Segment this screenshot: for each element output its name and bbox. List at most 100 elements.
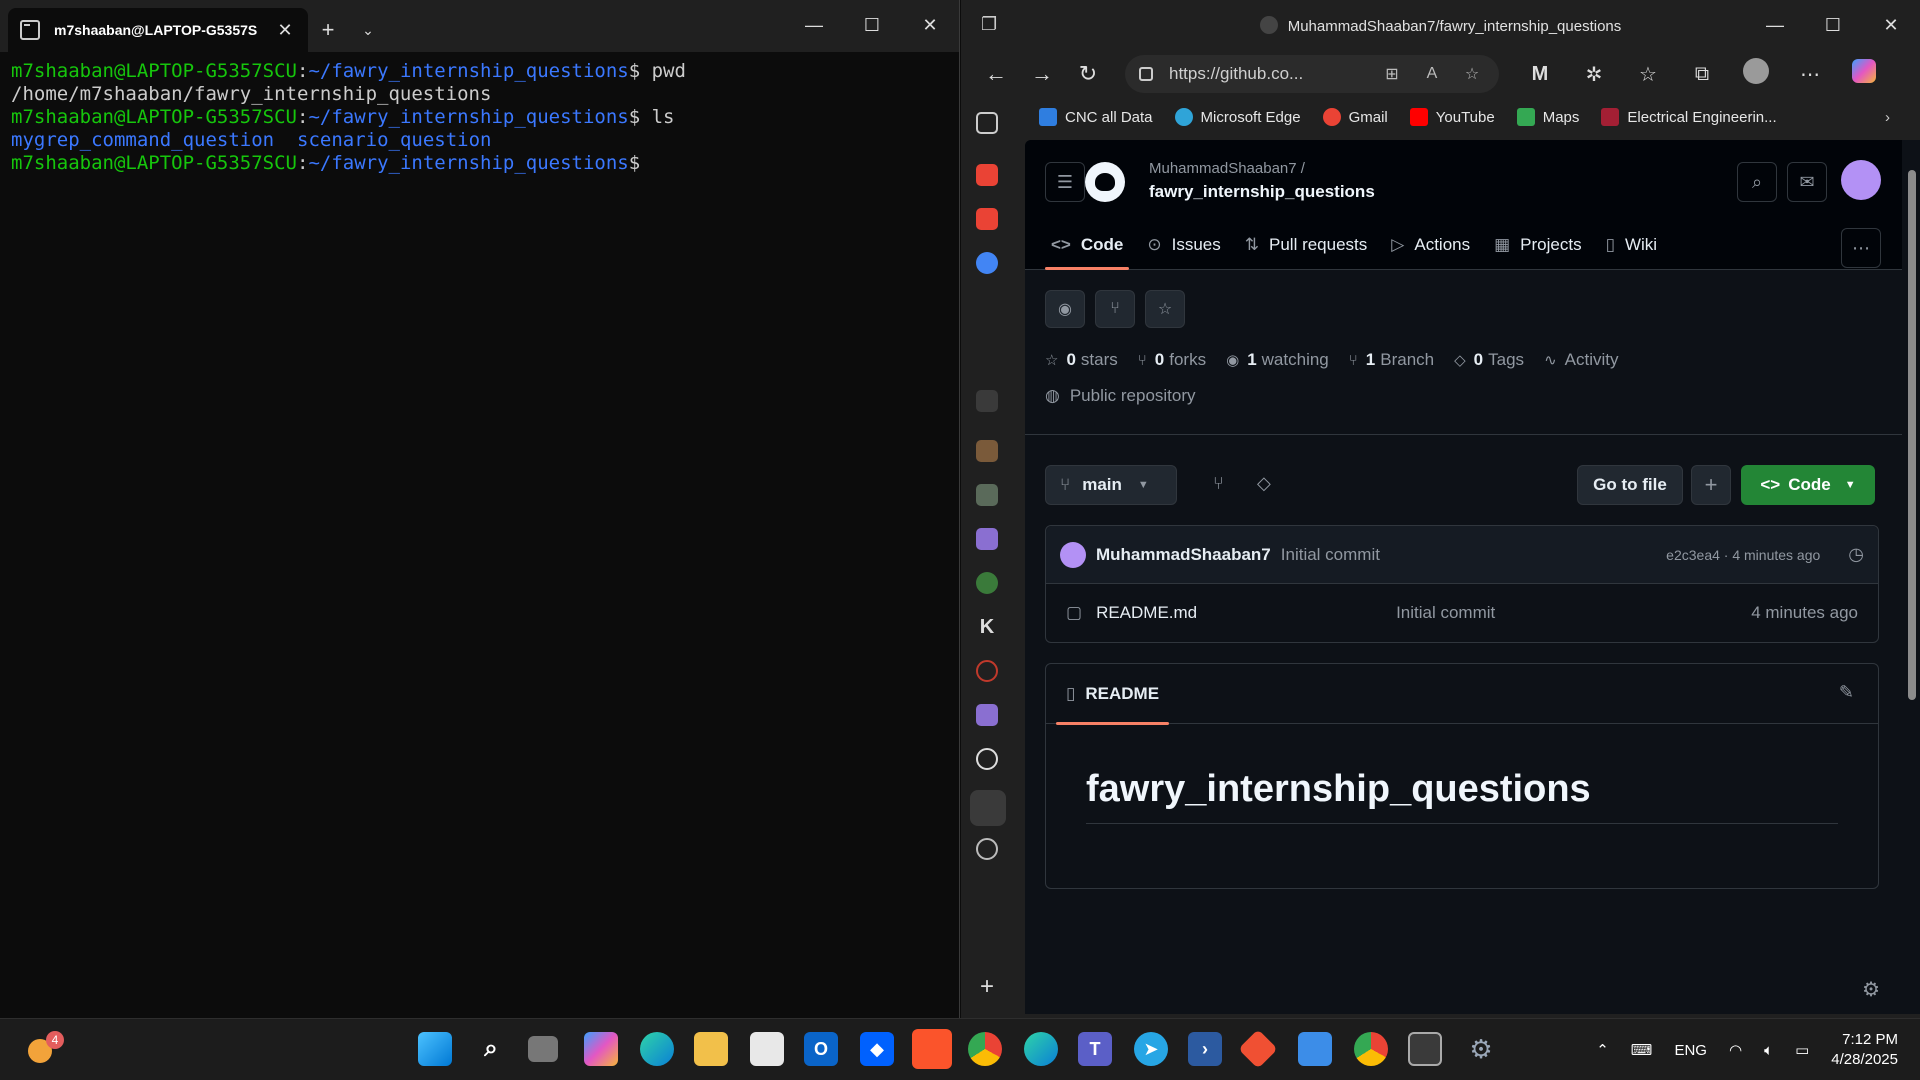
branch-stat[interactable]: ⑂ 1 Branch bbox=[1349, 350, 1434, 370]
address-bar[interactable]: https://github.co... ⊞ A ☆ bbox=[1125, 55, 1499, 93]
gmail-icon[interactable] bbox=[976, 208, 998, 230]
app-available-icon[interactable]: ⊞ bbox=[1379, 64, 1405, 84]
tab-actions-icon[interactable] bbox=[976, 112, 998, 134]
read-aloud-icon[interactable]: A bbox=[1419, 65, 1445, 83]
tab-issues[interactable]: ⊙ Issues bbox=[1135, 220, 1232, 270]
favorite-edge[interactable]: Microsoft Edge bbox=[1174, 108, 1301, 126]
wifi-icon[interactable]: ◠ bbox=[1729, 1041, 1742, 1059]
add-file-button[interactable]: + bbox=[1691, 465, 1731, 505]
file-explorer-icon[interactable] bbox=[694, 1032, 728, 1066]
stars-stat[interactable]: ☆ 0 stars bbox=[1045, 350, 1118, 370]
repo-name[interactable]: fawry_internship_questions bbox=[1149, 182, 1375, 202]
volume-icon[interactable]: 🔈︎ bbox=[1764, 1042, 1773, 1059]
favorites-overflow-chevron-icon[interactable]: › bbox=[1885, 109, 1890, 126]
scrollbar[interactable] bbox=[1902, 140, 1920, 1014]
collections-icon[interactable]: ⧉ bbox=[1675, 63, 1729, 86]
app-icon[interactable] bbox=[976, 440, 998, 462]
watch-eye-icon[interactable]: ◉ bbox=[1045, 290, 1085, 328]
notepad-icon[interactable] bbox=[1298, 1032, 1332, 1066]
app-icon[interactable] bbox=[976, 484, 998, 506]
minimize-button[interactable]: — bbox=[785, 0, 843, 50]
search-icon[interactable]: ⌕ bbox=[1737, 162, 1777, 202]
outlook-icon[interactable]: O bbox=[804, 1032, 838, 1066]
app-icon[interactable] bbox=[976, 528, 998, 550]
history-icon[interactable]: ◷ bbox=[1848, 544, 1864, 565]
favorite-electrical[interactable]: Electrical Engineerin... bbox=[1601, 108, 1777, 126]
weather-widget[interactable]: 4 bbox=[24, 1031, 64, 1067]
app-icon[interactable] bbox=[976, 704, 998, 726]
avatar[interactable] bbox=[1841, 160, 1881, 200]
github-icon[interactable] bbox=[970, 790, 1006, 826]
extension-m-icon[interactable]: M bbox=[1513, 63, 1567, 86]
watching-stat[interactable]: ◉ 1 watching bbox=[1226, 350, 1329, 370]
settings-gear-icon[interactable]: ⚙ bbox=[1464, 1032, 1498, 1066]
inbox-icon[interactable]: ✉ bbox=[1787, 162, 1827, 202]
github-logo-icon[interactable] bbox=[1085, 162, 1125, 202]
refresh-button[interactable]: ↻ bbox=[1065, 54, 1111, 94]
gear-icon[interactable]: ⚙ bbox=[1862, 977, 1880, 1002]
edge-dev-icon[interactable] bbox=[1024, 1032, 1058, 1066]
close-tab-icon[interactable]: ✕ bbox=[274, 20, 296, 41]
new-tab-button[interactable]: + bbox=[308, 8, 348, 52]
profile-icon[interactable] bbox=[1729, 58, 1783, 90]
terminal-icon[interactable] bbox=[1408, 1032, 1442, 1066]
more-options-icon[interactable]: ⋯ bbox=[1783, 62, 1837, 87]
forks-stat[interactable]: ⑂ 0 forks bbox=[1138, 350, 1206, 370]
maximize-button[interactable]: ☐ bbox=[1804, 0, 1862, 50]
dropbox-icon[interactable]: ◆ bbox=[860, 1032, 894, 1066]
app-icon[interactable] bbox=[976, 572, 998, 594]
app-icon[interactable] bbox=[976, 660, 998, 682]
add-icon[interactable]: + bbox=[976, 975, 998, 999]
favorite-maps[interactable]: Maps bbox=[1516, 108, 1579, 126]
clock[interactable]: 7:12 PM 4/28/2025 bbox=[1831, 1030, 1898, 1070]
readme-tab[interactable]: ▯ README bbox=[1056, 664, 1170, 725]
globe-icon[interactable] bbox=[976, 838, 998, 860]
tags-stat[interactable]: ◇ 0 Tags bbox=[1454, 350, 1524, 370]
favorite-star-icon[interactable]: ☆ bbox=[1459, 64, 1485, 84]
language-indicator[interactable]: ENG bbox=[1674, 1042, 1707, 1059]
tab-actions[interactable]: ▷ Actions bbox=[1379, 220, 1482, 270]
favorite-gmail[interactable]: Gmail bbox=[1322, 108, 1388, 126]
tags-icon[interactable]: ◇ bbox=[1257, 473, 1271, 494]
close-window-button[interactable]: ✕ bbox=[901, 0, 959, 50]
branches-icon[interactable]: ⑂ bbox=[1213, 473, 1224, 494]
google-icon[interactable] bbox=[976, 252, 998, 274]
telegram-icon[interactable]: ➤ bbox=[1134, 1032, 1168, 1066]
favorites-icon[interactable]: ☆ bbox=[1621, 62, 1675, 87]
edit-pencil-icon[interactable]: ✎ bbox=[1839, 682, 1854, 703]
tab-code[interactable]: <> Code bbox=[1039, 220, 1135, 270]
maximize-button[interactable]: ☐ bbox=[843, 0, 901, 50]
branch-selector[interactable]: ⑂ main ▼ bbox=[1045, 465, 1177, 505]
teams-icon[interactable]: T bbox=[1078, 1032, 1112, 1066]
chrome-icon[interactable] bbox=[1354, 1032, 1388, 1066]
app-icon[interactable] bbox=[976, 390, 998, 412]
commit-meta[interactable]: e2c3ea4 · 4 minutes ago bbox=[1666, 547, 1820, 563]
start-windows-icon[interactable] bbox=[418, 1032, 452, 1066]
tab-wiki[interactable]: ▯ Wiki bbox=[1594, 220, 1669, 270]
star-icon[interactable]: ☆ bbox=[1145, 290, 1185, 328]
terminal-window[interactable]: m7shaaban@LAPTOP-G5357S ✕ + ⌄ — ☐ ✕ m7sh… bbox=[0, 0, 960, 1018]
keyboard-icon[interactable]: ⌨ bbox=[1631, 1041, 1653, 1059]
commit-author[interactable]: MuhammadShaaban7 bbox=[1096, 545, 1271, 565]
close-window-button[interactable]: ✕ bbox=[1862, 0, 1920, 50]
search-icon[interactable]: ⌕ bbox=[474, 1032, 508, 1066]
forward-button[interactable]: → bbox=[1019, 54, 1065, 94]
chrome-icon[interactable] bbox=[968, 1032, 1002, 1066]
favorite-youtube[interactable]: YouTube bbox=[1409, 108, 1495, 126]
terminal-tab[interactable]: m7shaaban@LAPTOP-G5357S ✕ bbox=[8, 8, 308, 52]
edge-icon[interactable] bbox=[640, 1032, 674, 1066]
commit-message[interactable]: Initial commit bbox=[1281, 545, 1666, 565]
app-icon[interactable] bbox=[976, 748, 998, 770]
store-icon[interactable] bbox=[750, 1032, 784, 1066]
tab-pull-requests[interactable]: ⇅ Pull requests bbox=[1233, 220, 1380, 270]
favorite-cnc[interactable]: CNC all Data bbox=[1039, 108, 1153, 126]
go-to-file-button[interactable]: Go to file bbox=[1577, 465, 1683, 505]
tab-dropdown-chevron-icon[interactable]: ⌄ bbox=[348, 8, 388, 52]
brave-icon[interactable] bbox=[912, 1029, 952, 1069]
copilot-icon[interactable] bbox=[1837, 59, 1891, 89]
table-row[interactable]: ▢ README.md Initial commit 4 minutes ago bbox=[1046, 584, 1878, 642]
hamburger-menu-icon[interactable]: ☰ bbox=[1045, 162, 1085, 202]
activity-stat[interactable]: ∿ Activity bbox=[1544, 350, 1618, 370]
avatar[interactable] bbox=[1060, 541, 1086, 568]
extensions-icon[interactable]: ✲ bbox=[1567, 62, 1621, 87]
